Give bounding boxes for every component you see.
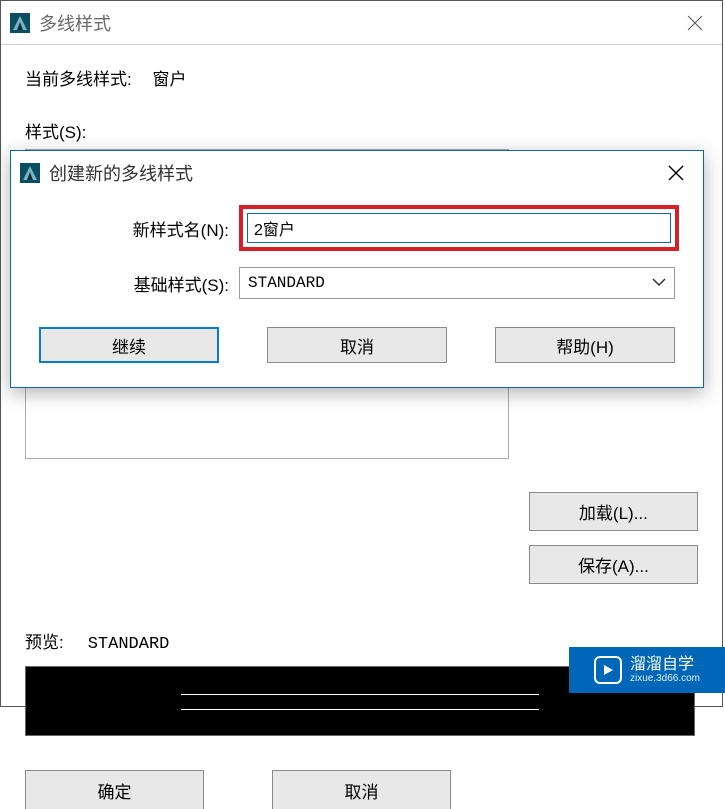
main-titlebar: 多线样式 <box>1 1 722 45</box>
new-dialog-title: 创建新的多线样式 <box>49 160 193 186</box>
main-title: 多线样式 <box>39 10 111 36</box>
highlight-annotation <box>239 205 679 251</box>
app-icon <box>19 162 41 184</box>
base-style-label: 基础样式(S): <box>11 271 239 296</box>
current-style-value: 窗户 <box>152 70 186 89</box>
new-style-name-input[interactable] <box>247 213 671 243</box>
styles-label: 样式(S): <box>25 118 698 143</box>
preview-line <box>181 694 539 695</box>
save-button[interactable]: 保存(A)... <box>529 545 698 584</box>
base-style-combobox[interactable]: STANDARD <box>239 267 675 299</box>
chevron-down-icon <box>652 274 666 292</box>
create-new-style-dialog: 创建新的多线样式 新样式名(N): 基础样式(S): STANDARD 继续 取… <box>10 150 704 388</box>
watermark-brand: 溜溜自学 <box>630 656 700 674</box>
watermark-domain: zixue.3d66.com <box>630 673 700 684</box>
preview-style-name: STANDARD <box>88 635 170 654</box>
preview-label: 预览: <box>25 628 64 653</box>
cancel-button[interactable]: 取消 <box>272 770 451 809</box>
cancel-button[interactable]: 取消 <box>267 327 447 363</box>
new-name-label: 新样式名(N): <box>11 216 239 241</box>
new-dialog-titlebar: 创建新的多线样式 <box>11 151 703 195</box>
app-icon <box>9 12 31 34</box>
help-button[interactable]: 帮助(H) <box>495 327 675 363</box>
close-icon[interactable] <box>674 3 716 43</box>
current-style-row: 当前多线样式: 窗户 <box>25 65 698 90</box>
play-icon <box>594 656 622 684</box>
load-button[interactable]: 加载(L)... <box>529 492 698 531</box>
base-style-value: STANDARD <box>248 274 325 292</box>
watermark-logo: 溜溜自学 zixue.3d66.com <box>569 647 725 693</box>
current-style-label: 当前多线样式: <box>25 70 132 89</box>
ok-button[interactable]: 确定 <box>25 770 204 809</box>
close-icon[interactable] <box>655 153 697 193</box>
preview-line <box>181 709 539 710</box>
continue-button[interactable]: 继续 <box>39 327 219 363</box>
